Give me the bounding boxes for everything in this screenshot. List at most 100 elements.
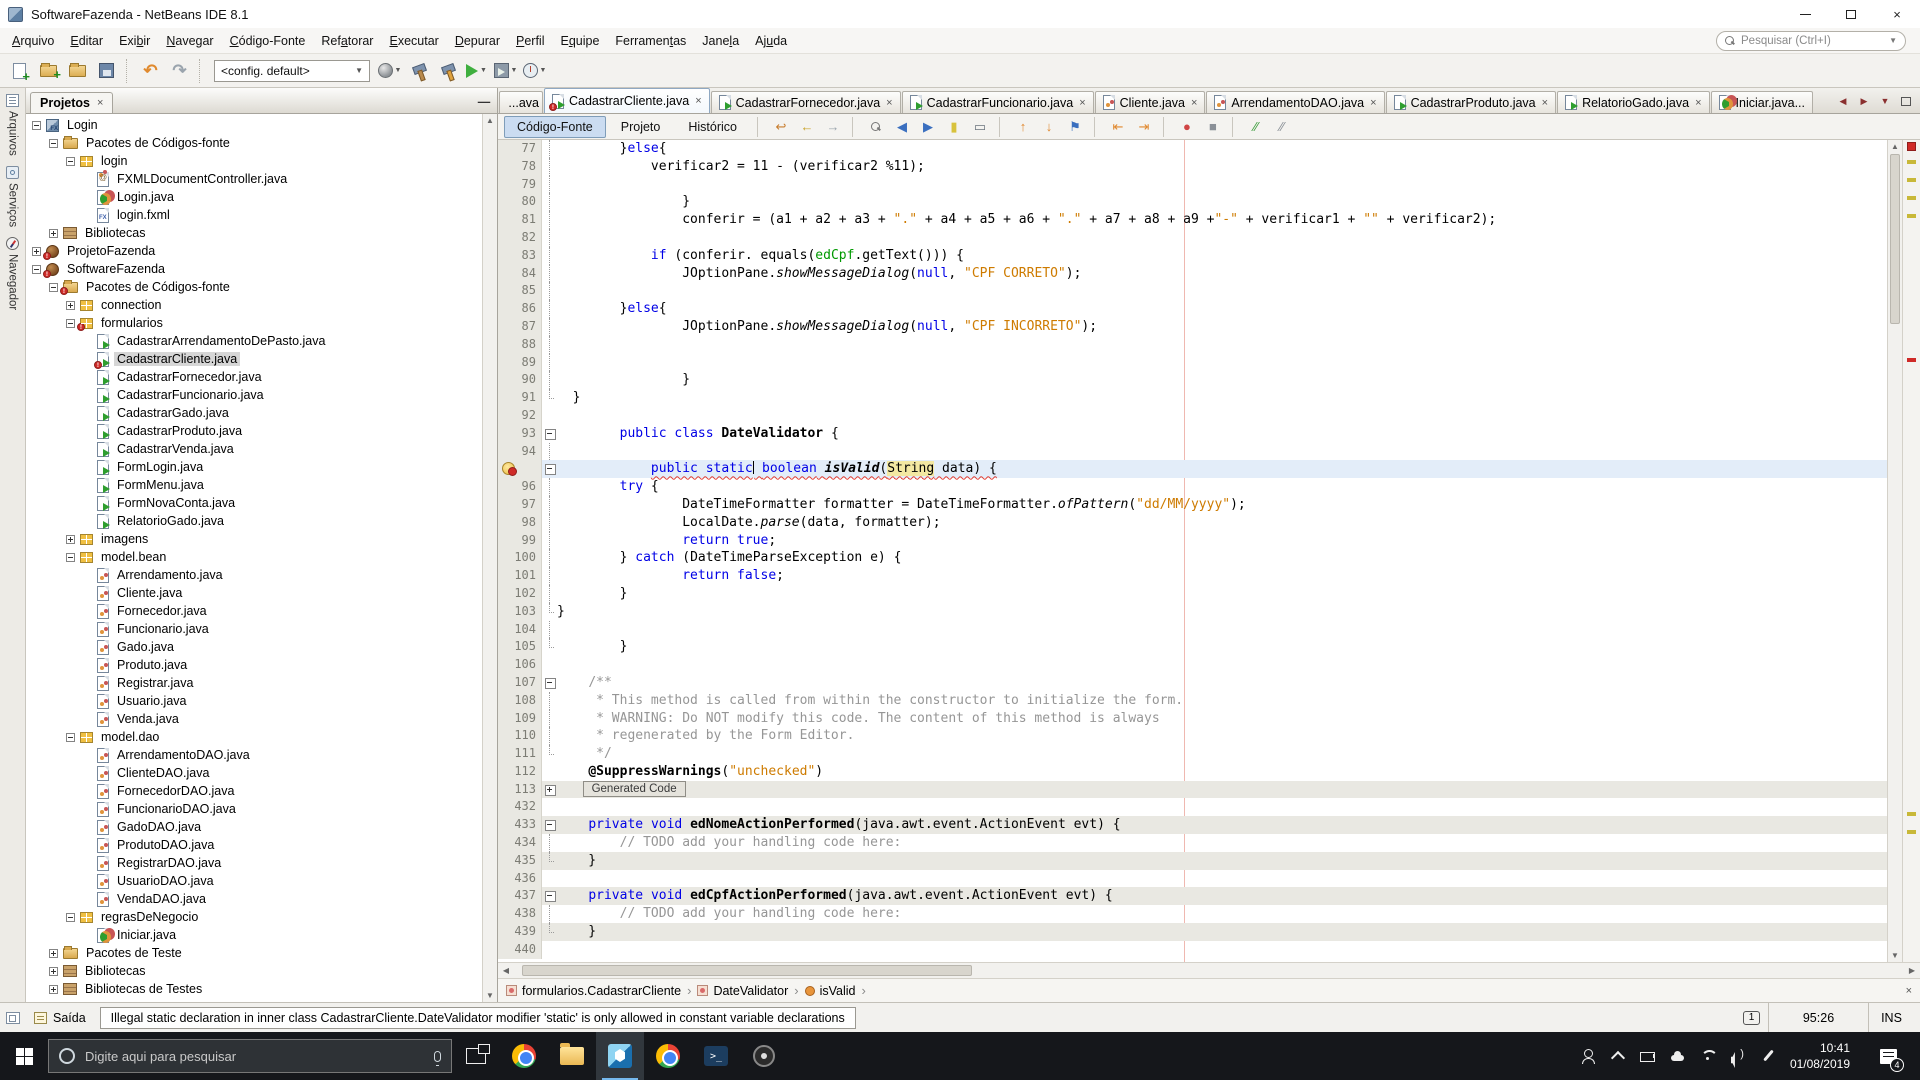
code-text[interactable]: } — [557, 585, 1887, 603]
code-line-103[interactable]: 103} — [498, 602, 1887, 621]
tree-item-login-java[interactable]: Login.java — [26, 188, 497, 206]
code-line-436[interactable]: 436 — [498, 869, 1887, 888]
tree-item-projetofazenda[interactable]: ! ProjetoFazenda — [26, 242, 497, 260]
tree-item-vendadao-java[interactable]: VendaDAO.java — [26, 890, 497, 908]
code-line-106[interactable]: 106 — [498, 656, 1887, 674]
tree-item-regrasdenegocio[interactable]: regrasDeNegocio — [26, 908, 497, 926]
minimize-panel-button[interactable]: — — [475, 95, 493, 109]
people-icon[interactable] — [1580, 1048, 1596, 1064]
scroll-right-icon[interactable]: ▶ — [1904, 966, 1920, 975]
dock-item-arquivos[interactable]: Arquivos — [6, 94, 19, 156]
notifications-icon[interactable]: 1 — [1743, 1010, 1760, 1025]
code-line-80[interactable]: 80 } — [498, 193, 1887, 212]
menu-equipe[interactable]: Equipe — [552, 30, 607, 52]
dock-window-icon[interactable] — [6, 1011, 20, 1024]
menu-depurar[interactable]: Depurar — [447, 30, 508, 52]
tree-item-cliente-java[interactable]: Cliente.java — [26, 584, 497, 602]
code-line-438[interactable]: 438 // TODO add your handling code here: — [498, 905, 1887, 924]
expander-icon[interactable] — [32, 264, 41, 274]
code-text[interactable] — [557, 941, 1887, 959]
expander-icon[interactable] — [32, 120, 41, 130]
code-line-83[interactable]: 83 if (conferir. equals(edCpf.getText())… — [498, 246, 1887, 265]
expander-icon[interactable] — [66, 732, 75, 742]
forward-button[interactable]: → — [821, 116, 845, 138]
fold-margin[interactable] — [542, 887, 557, 906]
expander-icon[interactable] — [66, 156, 75, 166]
tree-item-cadastrarvenda-java[interactable]: CadastrarVenda.java — [26, 440, 497, 458]
stop-macro-button[interactable]: ■ — [1201, 116, 1225, 138]
scroll-down-icon[interactable]: ▼ — [486, 991, 494, 1000]
fold-margin[interactable] — [542, 673, 557, 692]
open-project-button[interactable] — [64, 58, 91, 84]
tree-item-formmenu-java[interactable]: FormMenu.java — [26, 476, 497, 494]
warning-stripe-mark[interactable] — [1907, 812, 1916, 816]
volume-icon[interactable] — [1730, 1048, 1746, 1064]
tree-item-registrar-java[interactable]: Registrar.java — [26, 674, 497, 692]
editor-tab-iniciar-java[interactable]: Iniciar.java... — [1710, 91, 1814, 113]
code-line-435[interactable]: 435 } — [498, 851, 1887, 870]
tree-item-funcionariodao-java[interactable]: FuncionarioDAO.java — [26, 800, 497, 818]
code-line-104[interactable]: 104 — [498, 620, 1887, 639]
tree-item-bibliotecas[interactable]: Bibliotecas — [26, 962, 497, 980]
code-line-77[interactable]: 77 }else{ — [498, 140, 1887, 158]
code-text[interactable]: verificar2 = 11 - (verificar2 %11); — [557, 158, 1887, 176]
code-text[interactable]: LocalDate.parse(data, formatter); — [557, 514, 1887, 532]
tree-item-funcionario-java[interactable]: Funcionario.java — [26, 620, 497, 638]
find-next-button[interactable]: ▶ — [916, 116, 940, 138]
project-configuration-select[interactable]: <config. default> ▼ — [214, 59, 370, 82]
code-line-110[interactable]: 110 * regenerated by the Form Editor. — [498, 727, 1887, 746]
warning-stripe-mark[interactable] — [1907, 830, 1916, 834]
close-tab-icon[interactable]: × — [1370, 97, 1376, 109]
code-text[interactable]: } catch (DateTimeParseException e) { — [557, 549, 1887, 567]
expander-icon[interactable] — [66, 300, 75, 310]
tree-item-fornecedordao-java[interactable]: FornecedorDAO.java — [26, 782, 497, 800]
code-text[interactable]: } — [557, 638, 1887, 656]
tree-item-iniciar-java[interactable]: Iniciar.java — [26, 926, 497, 944]
expander-icon[interactable] — [49, 984, 58, 994]
menu-c-digo-fonte[interactable]: Código-Fonte — [222, 30, 314, 52]
menu-executar[interactable]: Executar — [381, 30, 446, 52]
code-line-88[interactable]: 88 — [498, 335, 1887, 354]
menu-navegar[interactable]: Navegar — [158, 30, 221, 52]
tree-item-cadastrargado-java[interactable]: CadastrarGado.java — [26, 404, 497, 422]
tree-item-login[interactable]: Login — [26, 116, 497, 134]
code-line-109[interactable]: 109 * WARNING: Do NOT modify this code. … — [498, 709, 1887, 728]
tab-list-dropdown-icon[interactable]: ▼ — [1876, 92, 1894, 110]
warning-stripe-mark[interactable] — [1907, 160, 1916, 164]
save-all-button[interactable] — [93, 58, 120, 84]
code-text[interactable]: return false; — [557, 567, 1887, 585]
code-line-105[interactable]: 105 } — [498, 638, 1887, 657]
taskbar-app-task-view[interactable] — [452, 1032, 500, 1080]
toggle-bookmark-button[interactable]: ⚑ — [1063, 116, 1087, 138]
expander-icon[interactable] — [66, 552, 75, 562]
code-text[interactable]: public class DateValidator { — [557, 425, 1887, 443]
code-text[interactable]: private void edCpfActionPerformed(java.a… — [557, 887, 1887, 906]
code-text[interactable]: JOptionPane.showMessageDialog(null, "CPF… — [557, 265, 1887, 283]
editor-tab-ava[interactable]: ...ava — [499, 91, 543, 113]
fold-margin[interactable] — [542, 424, 557, 443]
new-file-button[interactable] — [6, 58, 33, 84]
view-tab-projeto[interactable]: Projeto — [608, 116, 674, 138]
tree-item-arrendamento-java[interactable]: Arrendamento.java — [26, 566, 497, 584]
warning-stripe-mark[interactable] — [1907, 196, 1916, 200]
code-line-97[interactable]: 97 DateTimeFormatter formatter = DateTim… — [498, 495, 1887, 514]
code-area[interactable]: 77 }else{78 verificar2 = 11 - (verificar… — [498, 140, 1920, 962]
code-text[interactable]: conferir = (a1 + a2 + a3 + "." + a4 + a5… — [557, 211, 1887, 229]
code-line-99[interactable]: 99 return true; — [498, 531, 1887, 550]
code-text[interactable]: /** — [557, 674, 1887, 692]
close-tab-icon[interactable]: × — [1695, 97, 1701, 109]
expander-icon[interactable] — [49, 966, 58, 976]
code-text[interactable]: // TODO add your handling code here: — [557, 905, 1887, 923]
code-text[interactable]: public static boolean isValid(String dat… — [557, 460, 1887, 479]
tree-item-model-dao[interactable]: model.dao — [26, 728, 497, 746]
code-line-89[interactable]: 89 — [498, 353, 1887, 372]
code-line-92[interactable]: 92 — [498, 406, 1887, 425]
chevron-up-icon[interactable] — [1610, 1048, 1626, 1064]
fold-margin[interactable] — [542, 460, 557, 479]
code-line-101[interactable]: 101 return false; — [498, 567, 1887, 585]
build-project-button[interactable] — [405, 58, 432, 84]
code-text[interactable]: private void edNomeActionPerformed(java.… — [557, 816, 1887, 835]
tree-item-registrardao-java[interactable]: RegistrarDAO.java — [26, 854, 497, 872]
quick-search-box[interactable]: Pesquisar (Ctrl+I) ▼ — [1716, 30, 1906, 51]
tree-item-produto-java[interactable]: Produto.java — [26, 656, 497, 674]
